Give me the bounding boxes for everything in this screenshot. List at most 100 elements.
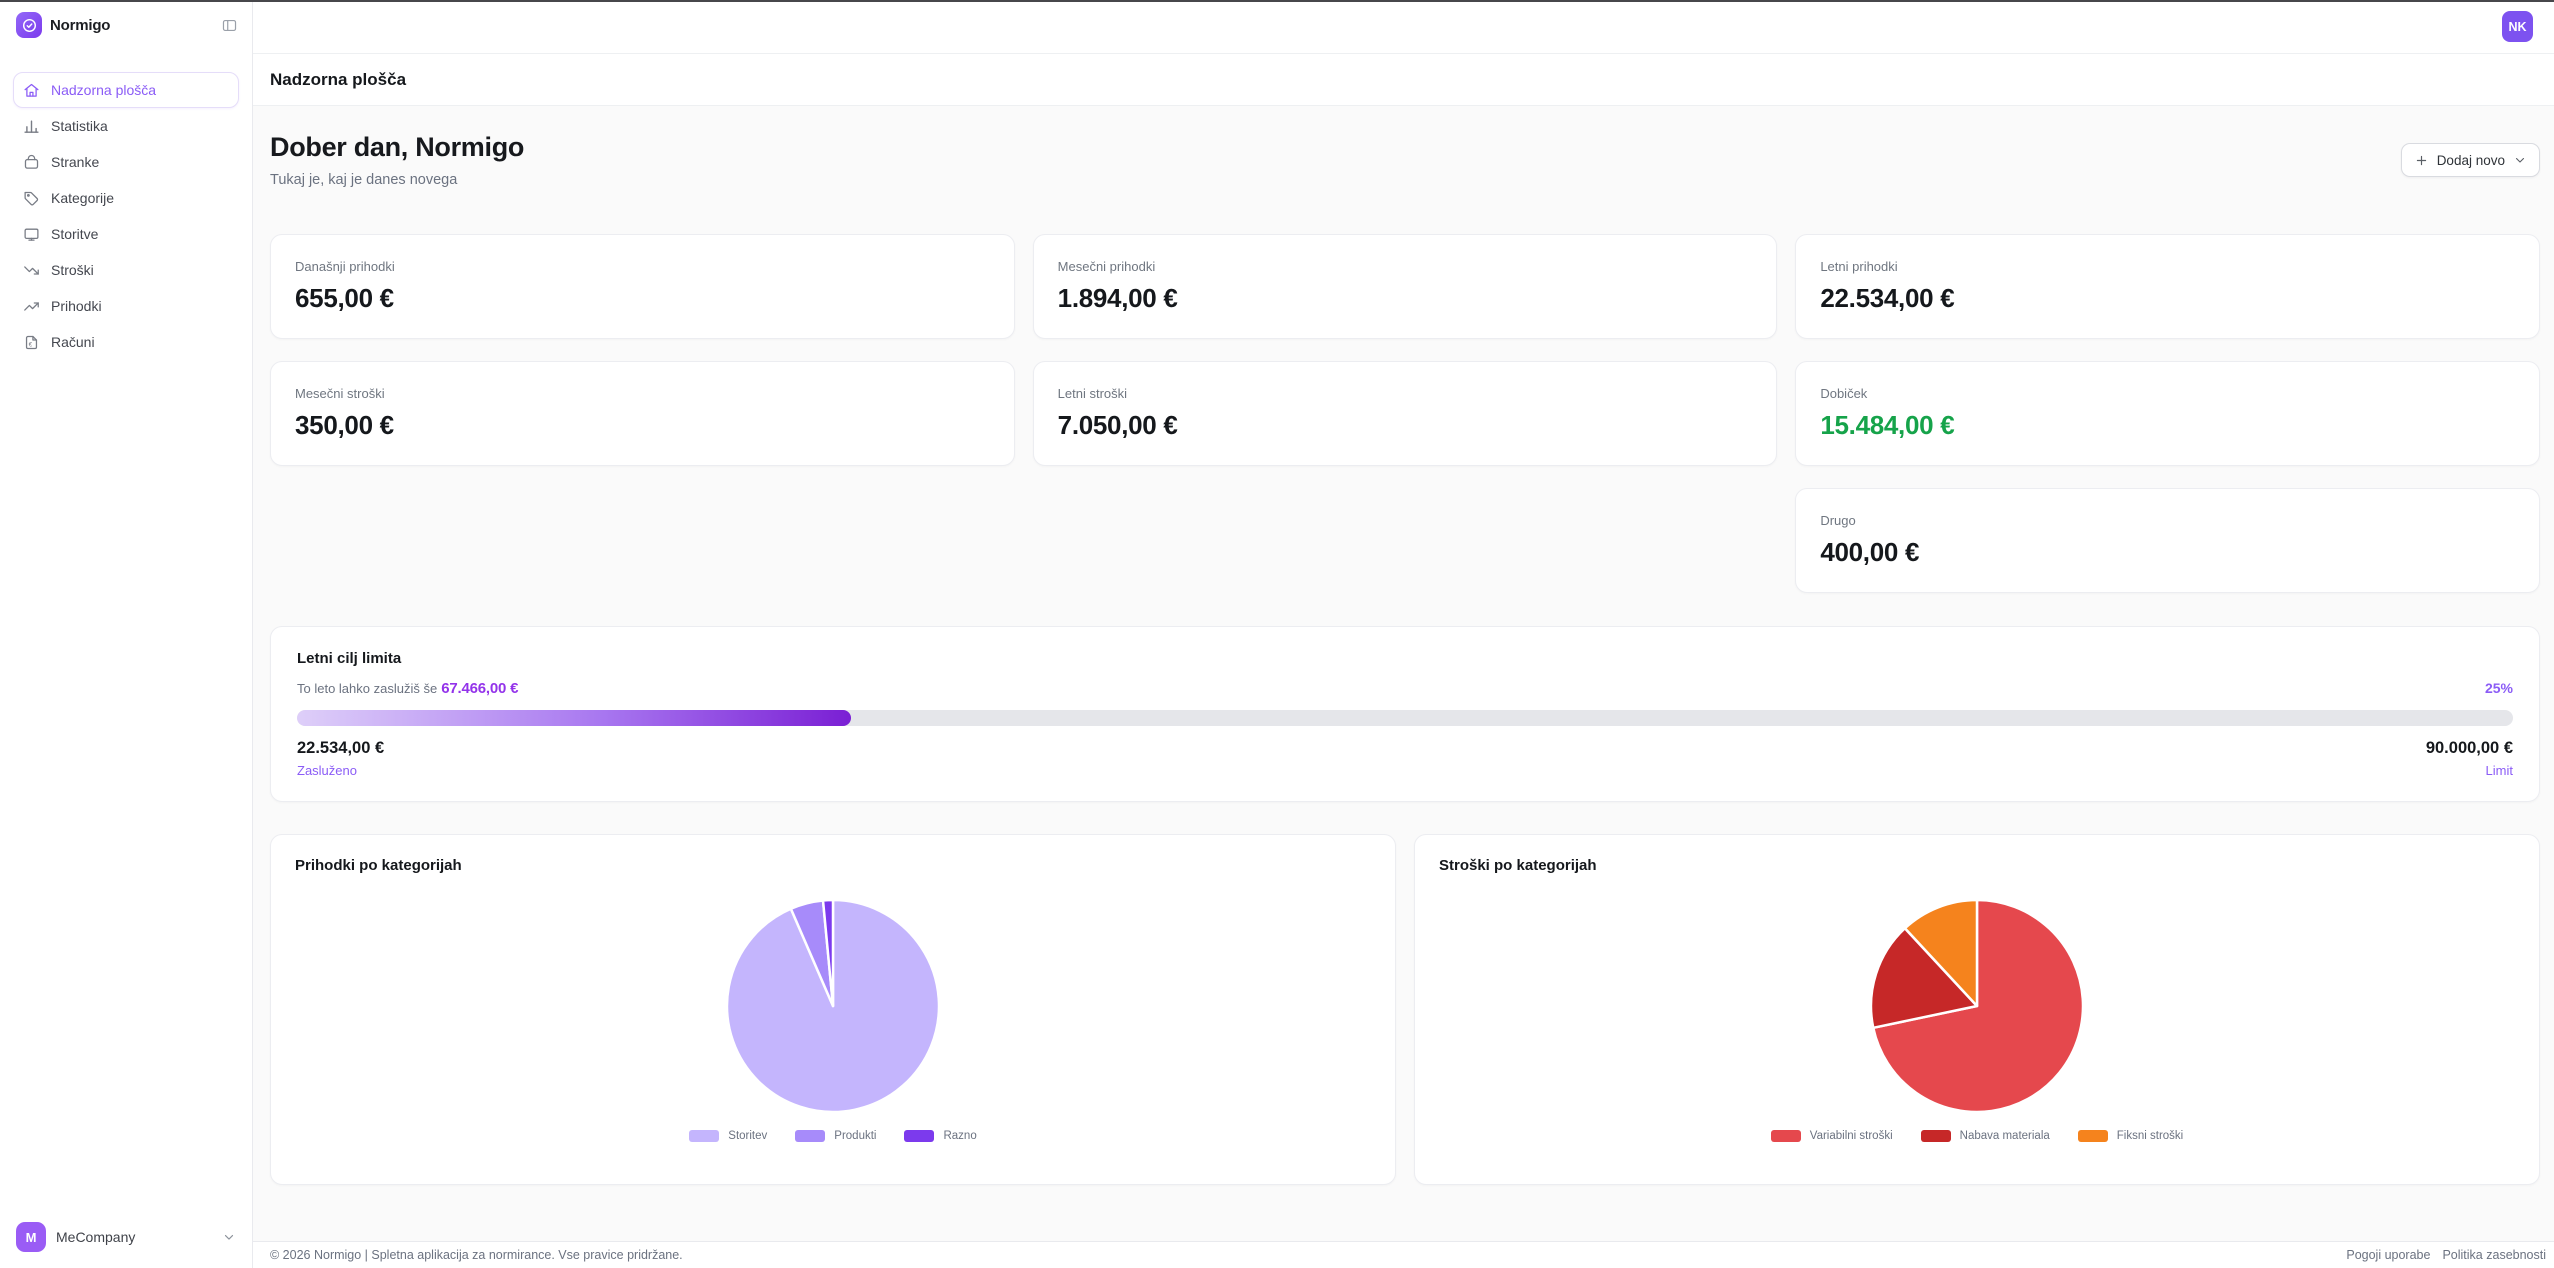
add-new-label: Dodaj novo [2437, 153, 2505, 168]
svg-text:€: € [29, 342, 33, 348]
sidebar-item-nadzorna-plosca[interactable]: Nadzorna plošča [13, 72, 239, 108]
main-area: NK Nadzorna plošča Dober dan, Normigo Tu… [253, 0, 2554, 1268]
goal-remaining-value: 67.466,00 € [441, 680, 518, 697]
stat-card-mesecni-prihodki: Mesečni prihodki 1.894,00 € [1033, 234, 1778, 339]
greeting-block: Dober dan, Normigo Tukaj je, kaj je dane… [270, 132, 524, 188]
bar-chart-icon [23, 118, 40, 135]
legend-swatch [795, 1130, 825, 1142]
stat-value: 1.894,00 € [1058, 283, 1753, 314]
goal-progress-fill [297, 710, 851, 726]
sidebar-item-label: Stranke [51, 154, 99, 170]
sidebar-item-label: Nadzorna plošča [51, 82, 156, 98]
sidebar-item-label: Računi [51, 334, 95, 350]
goal-earned-label: Zasluženo [297, 763, 384, 778]
legend-swatch [2078, 1130, 2108, 1142]
sidebar-item-stranke[interactable]: Stranke [13, 144, 239, 180]
costs-pie-chart [1439, 898, 2515, 1114]
legend-item: Fiksni stroški [2078, 1130, 2183, 1142]
legend-label: Fiksni stroški [2117, 1130, 2183, 1142]
legend-item: Storitev [689, 1130, 767, 1142]
clients-icon [23, 154, 40, 171]
tag-icon [23, 190, 40, 207]
footer-links: Pogoji uporabe Politika zasebnosti [2346, 1248, 2546, 1262]
goal-earned-block: 22.534,00 € Zasluženo [297, 739, 384, 778]
sidebar-item-racuni[interactable]: € Računi [13, 324, 239, 360]
sidebar-nav: Nadzorna plošča Statistika Stranke [0, 72, 252, 360]
stat-card-letni-stroski: Letni stroški 7.050,00 € [1033, 361, 1778, 466]
panel-left-icon[interactable] [221, 17, 238, 34]
legend-label: Razno [943, 1130, 976, 1142]
sidebar-item-prihodki[interactable]: Prihodki [13, 288, 239, 324]
legend-swatch [904, 1130, 934, 1142]
legend-item: Produkti [795, 1130, 876, 1142]
goal-percent: 25% [2485, 680, 2513, 696]
stat-label: Mesečni prihodki [1058, 259, 1753, 274]
sidebar-item-kategorije[interactable]: Kategorije [13, 180, 239, 216]
goal-remaining: To leto lahko zaslužiš še 67.466,00 € [297, 680, 518, 697]
goal-limit-label: Limit [2426, 763, 2513, 778]
stat-card-dobicek: Dobiček 15.484,00 € [1795, 361, 2540, 466]
goal-remaining-prefix: To leto lahko zaslužiš še [297, 681, 437, 696]
sidebar-item-stroski[interactable]: Stroški [13, 252, 239, 288]
user-avatar[interactable]: NK [2502, 11, 2533, 42]
costs-by-category-card: Stroški po kategorijah Variabilni strošk… [1414, 834, 2540, 1185]
company-avatar: M [16, 1222, 46, 1252]
goal-limit-value: 90.000,00 € [2426, 739, 2513, 758]
goal-earned-value: 22.534,00 € [297, 739, 384, 758]
chart-title: Stroški po kategorijah [1439, 857, 2515, 874]
stat-label: Letni prihodki [1820, 259, 2515, 274]
costs-pie-legend: Variabilni stroški Nabava materiala Fiksni… [1439, 1130, 2515, 1142]
stat-value: 7.050,00 € [1058, 410, 1753, 441]
goal-limit-block: 90.000,00 € Limit [2426, 739, 2513, 778]
stat-label: Drugo [1820, 513, 2515, 528]
dashboard-content: Dober dan, Normigo Tukaj je, kaj je dane… [253, 106, 2554, 1241]
goal-footer: 22.534,00 € Zasluženo 90.000,00 € Limit [297, 739, 2513, 778]
legend-item: Nabava materiala [1921, 1130, 2050, 1142]
terms-link[interactable]: Pogoji uporabe [2346, 1248, 2430, 1262]
revenue-pie-legend: Storitev Produkti Razno [295, 1130, 1371, 1142]
legend-swatch [1921, 1130, 1951, 1142]
legend-swatch [689, 1130, 719, 1142]
plus-icon [2414, 153, 2429, 168]
revenue-by-category-card: Prihodki po kategorijah Storitev Produkti… [270, 834, 1396, 1185]
stat-label: Letni stroški [1058, 386, 1753, 401]
legend-swatch [1771, 1130, 1801, 1142]
stat-card-letni-prihodki: Letni prihodki 22.534,00 € [1795, 234, 2540, 339]
sidebar-item-label: Stroški [51, 262, 94, 278]
company-switcher[interactable]: M MeCompany [0, 1209, 252, 1268]
brand[interactable]: Normigo [0, 2, 252, 48]
stat-value: 350,00 € [295, 410, 990, 441]
stat-label: Dobiček [1820, 386, 2515, 401]
privacy-link[interactable]: Politika zasebnosti [2442, 1248, 2546, 1262]
company-name: MeCompany [56, 1229, 212, 1245]
stat-card-mesecni-stroski: Mesečni stroški 350,00 € [270, 361, 1015, 466]
chevron-down-icon [2513, 153, 2527, 167]
footer-copyright: © 2026 Normigo | Spletna aplikacija za n… [270, 1248, 683, 1262]
sidebar-item-label: Storitve [51, 226, 98, 242]
stat-value-profit: 15.484,00 € [1820, 410, 2515, 441]
stat-label: Mesečni stroški [295, 386, 990, 401]
chart-title: Prihodki po kategorijah [295, 857, 1371, 874]
stat-value: 655,00 € [295, 283, 990, 314]
stat-value: 22.534,00 € [1820, 283, 2515, 314]
stat-card-drugo: Drugo 400,00 € [1795, 488, 2540, 593]
legend-item: Variabilni stroški [1771, 1130, 1893, 1142]
goal-title: Letni cilj limita [297, 650, 2513, 667]
chevron-down-icon [222, 1230, 236, 1244]
sidebar-item-statistika[interactable]: Statistika [13, 108, 239, 144]
stat-value: 400,00 € [1820, 537, 2515, 568]
footer: © 2026 Normigo | Spletna aplikacija za n… [253, 1241, 2554, 1268]
goal-subrow: To leto lahko zaslužiš še 67.466,00 € 25% [297, 680, 2513, 697]
page-title-bar: Nadzorna plošča [253, 54, 2554, 106]
greeting-heading: Dober dan, Normigo [270, 132, 524, 163]
stats-grid: Današnji prihodki 655,00 € Mesečni priho… [270, 234, 2540, 593]
legend-label: Produkti [834, 1130, 876, 1142]
sidebar-item-storitve[interactable]: Storitve [13, 216, 239, 252]
annual-goal-card: Letni cilj limita To leto lahko zaslužiš… [270, 626, 2540, 802]
revenue-pie-chart [295, 898, 1371, 1114]
add-new-button[interactable]: Dodaj novo [2401, 143, 2540, 177]
stat-label: Današnji prihodki [295, 259, 990, 274]
legend-label: Nabava materiala [1960, 1130, 2050, 1142]
home-icon [23, 82, 40, 99]
invoice-icon: € [23, 334, 40, 351]
